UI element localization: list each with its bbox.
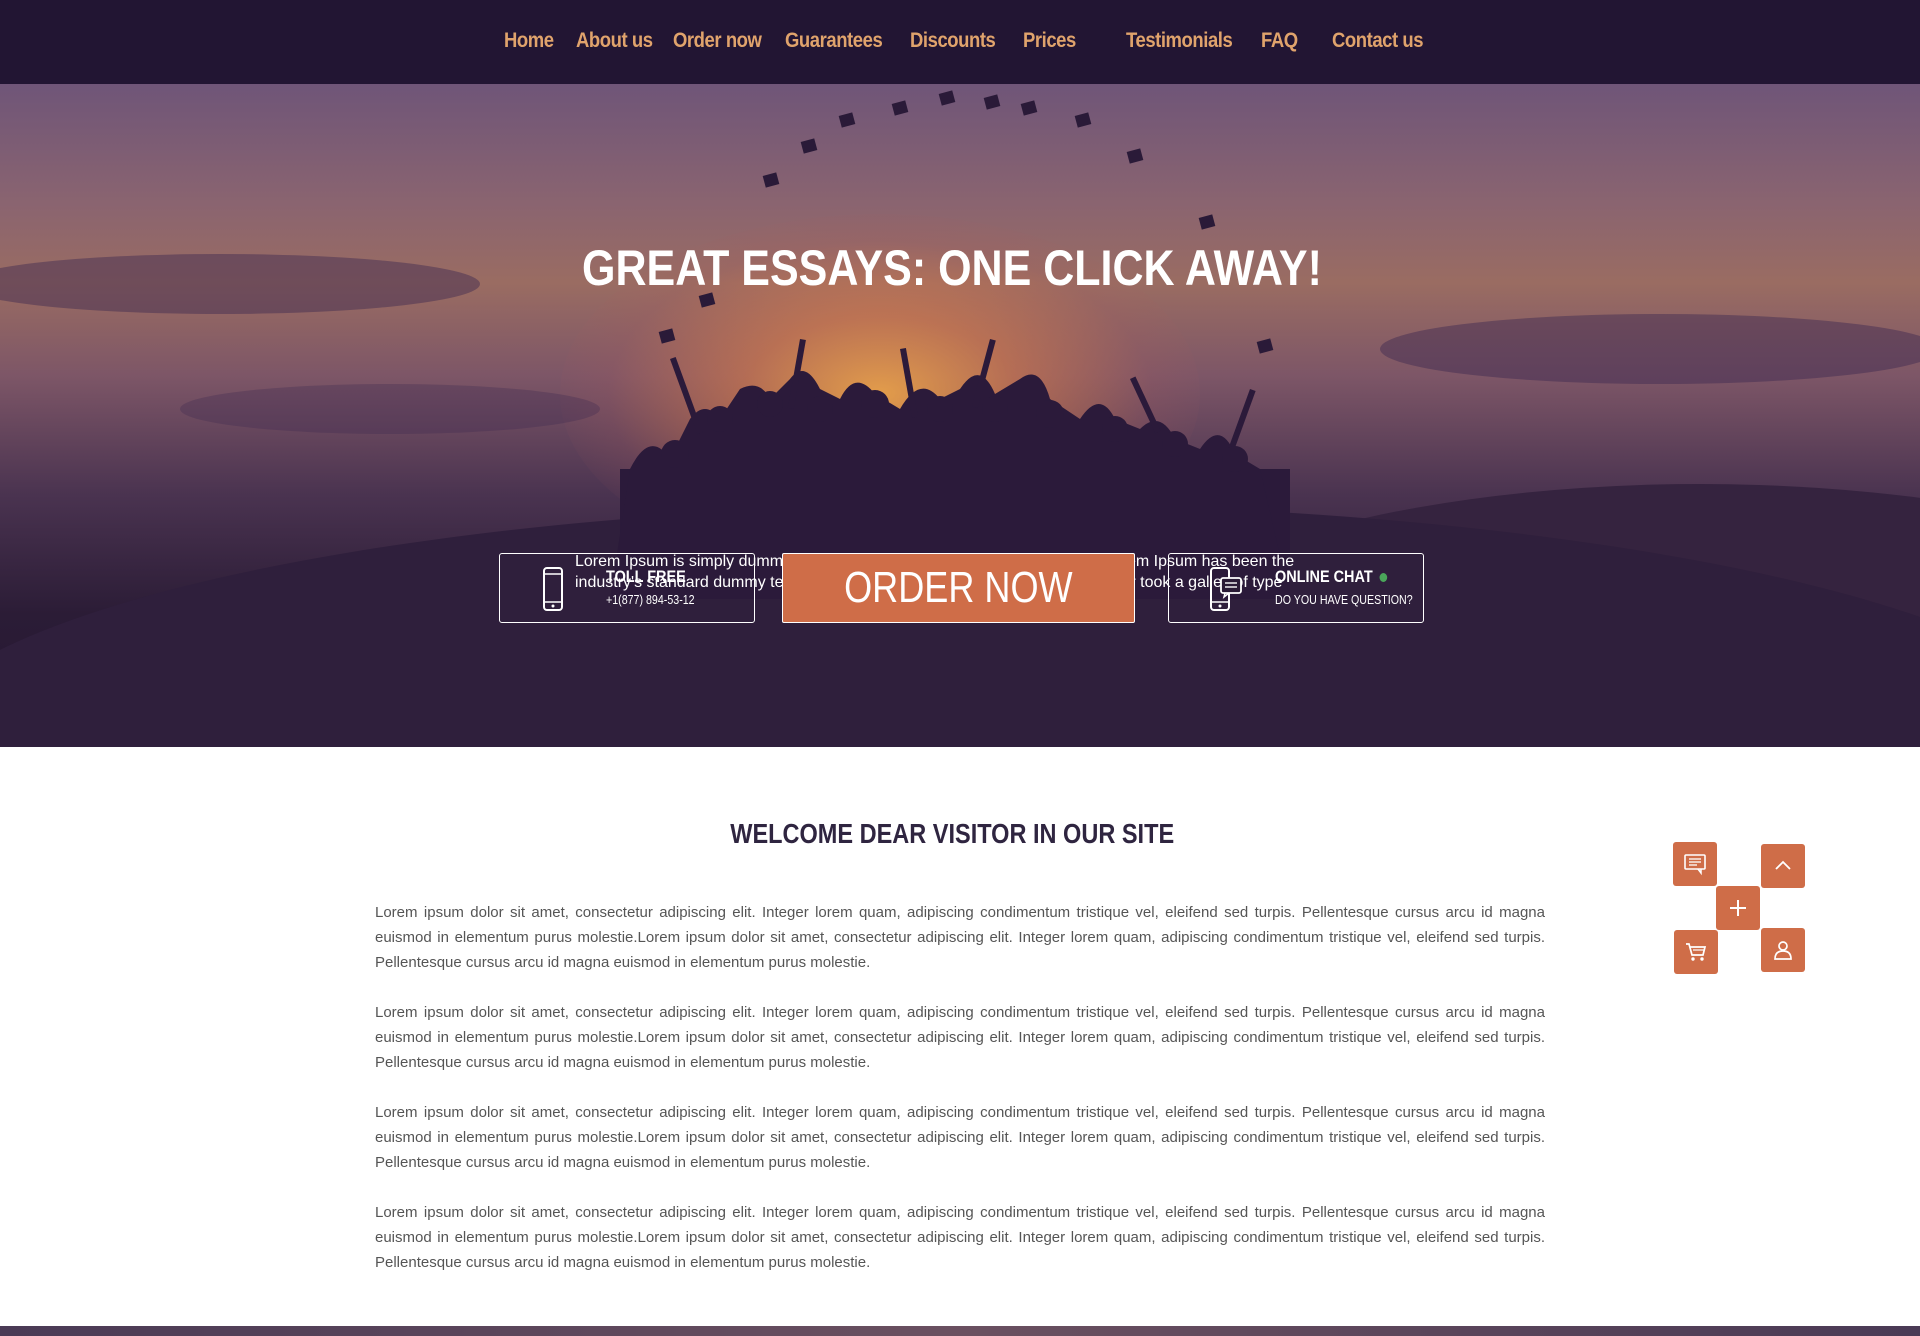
cloud [1380, 314, 1920, 384]
welcome-paragraph: Lorem ipsum dolor sit amet, consectetur … [375, 1204, 1545, 1271]
online-chat-label: ONLINE CHAT [1275, 567, 1388, 587]
top-navigation: Home About us Order now Guarantees Disco… [0, 0, 1920, 84]
nav-testimonials[interactable]: Testimonials [1126, 24, 1233, 58]
cap-icon [983, 94, 1001, 110]
nav-order-now[interactable]: Order now [673, 24, 762, 58]
user-icon [1774, 941, 1792, 960]
footer-edge [0, 1326, 1920, 1336]
nav-guarantees[interactable]: Guarantees [785, 24, 883, 58]
arrow-up-icon [1775, 860, 1791, 870]
welcome-heading-text: WELCOME DEAR VISITOR IN OUR SITE [730, 818, 1174, 849]
nav-contact-us[interactable]: Contact us [1332, 24, 1424, 58]
welcome-paragraph: Lorem ipsum dolor sit amet, consectetur … [375, 1104, 1545, 1171]
welcome-paragraph: Lorem ipsum dolor sit amet, consectetur … [375, 904, 1545, 971]
chat-icon [1684, 854, 1706, 876]
welcome-paragraph: Lorem ipsum dolor sit amet, consectetur … [375, 1004, 1545, 1071]
cap-icon [1126, 148, 1144, 164]
chat-phone-icon [1210, 567, 1242, 611]
chat-widget-button[interactable] [1673, 842, 1717, 886]
online-chat-box[interactable]: ONLINE CHAT DO YOU HAVE QUESTION? [1168, 553, 1424, 623]
cloud [180, 384, 600, 434]
cap-icon [1198, 214, 1216, 230]
welcome-heading: WELCOME DEAR VISITOR IN OUR SITE [0, 818, 1904, 850]
nav-about-us[interactable]: About us [576, 24, 653, 58]
order-now-label: ORDER NOW [844, 563, 1073, 612]
cap-icon [891, 100, 909, 116]
cap-icon [800, 138, 818, 154]
nav-faq[interactable]: FAQ [1261, 24, 1298, 58]
plus-icon [1730, 900, 1746, 916]
nav-prices[interactable]: Prices [1023, 24, 1076, 58]
scroll-top-button[interactable] [1761, 844, 1805, 888]
toll-free-phone[interactable]: +1(877) 894-53-12 [606, 592, 695, 607]
toll-free-box[interactable]: TOLL FREE +1(877) 894-53-12 [499, 553, 755, 623]
cap-icon [838, 112, 856, 128]
phone-icon [543, 567, 563, 611]
online-status-dot [1379, 573, 1388, 583]
account-button[interactable] [1761, 928, 1805, 972]
cart-button[interactable] [1674, 930, 1718, 974]
order-now-button[interactable]: ORDER NOW [782, 553, 1135, 623]
nav-home[interactable]: Home [504, 24, 554, 58]
nav-discounts[interactable]: Discounts [910, 24, 996, 58]
cap-icon [1020, 100, 1038, 116]
online-chat-text: ONLINE CHAT [1275, 567, 1373, 586]
cap-icon [938, 90, 956, 106]
hero-section: GREAT ESSAYS: ONE CLICK AWAY! Lorem Ipsu… [0, 84, 1920, 747]
cap-icon [762, 172, 780, 188]
hero-title: GREAT ESSAYS: ONE CLICK AWAY! [582, 240, 1322, 296]
online-chat-question: DO YOU HAVE QUESTION? [1275, 592, 1413, 607]
expand-widget-button[interactable] [1716, 886, 1760, 930]
toll-free-label: TOLL FREE [606, 567, 686, 586]
cap-icon [1074, 112, 1092, 128]
cart-icon [1686, 943, 1707, 961]
